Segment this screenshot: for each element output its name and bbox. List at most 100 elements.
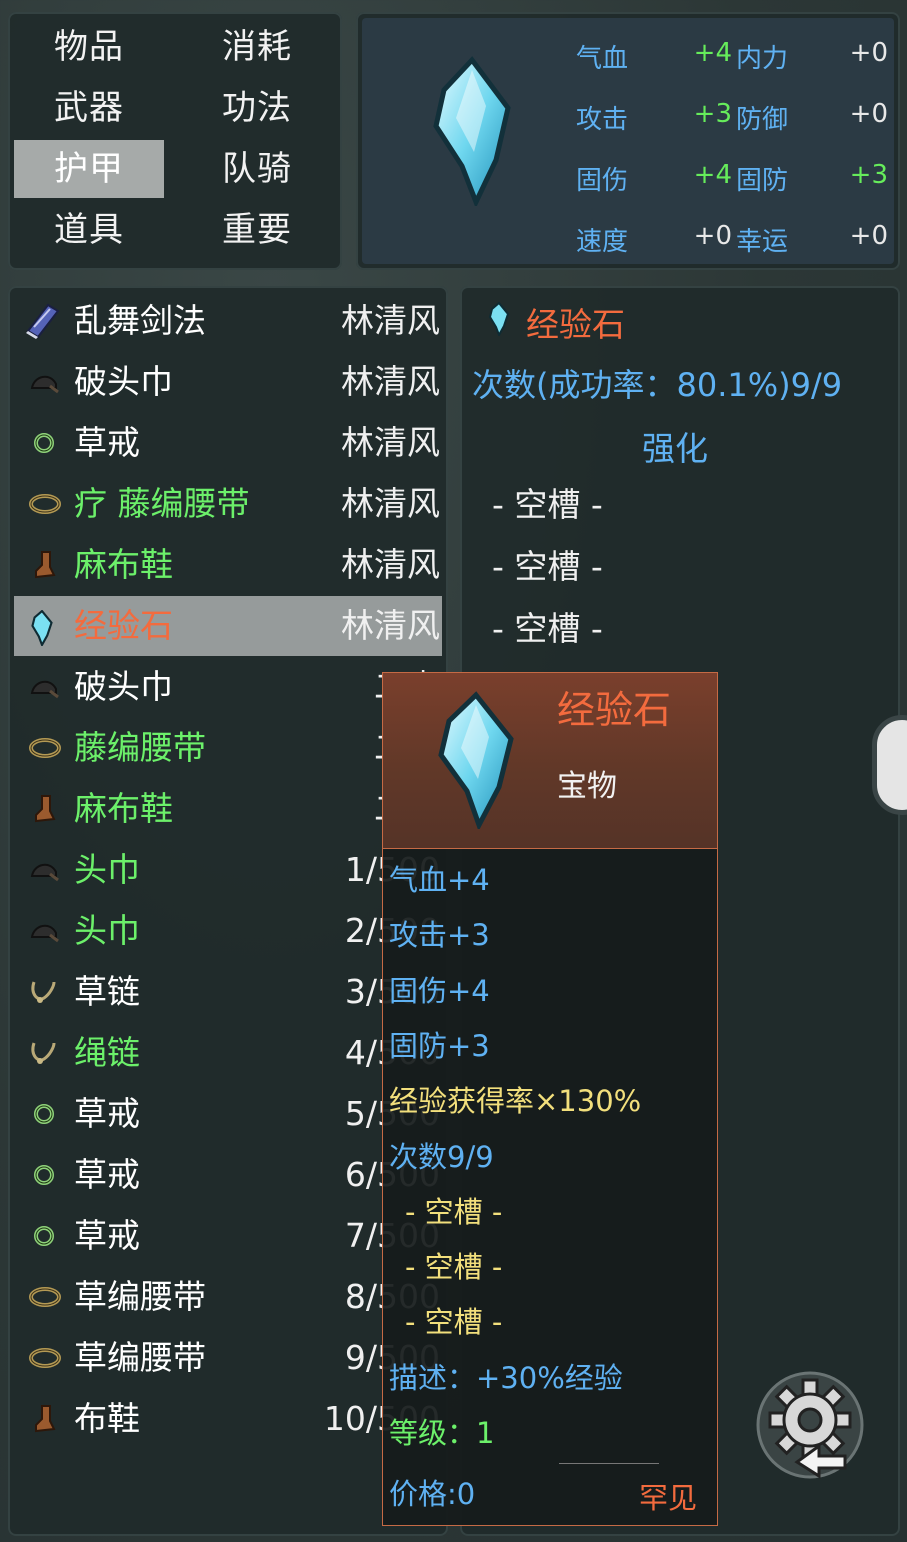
item-name: 破头巾: [74, 362, 173, 401]
tooltip-attr-line: 攻击+3: [389, 918, 490, 953]
stat-value: +4: [693, 38, 732, 68]
item-row[interactable]: 头巾2/500: [14, 901, 442, 961]
tooltip-attr-line: - 空槽 -: [405, 1194, 503, 1229]
item-owner: 林清风: [341, 301, 440, 340]
item-row[interactable]: 破头巾二虎: [14, 657, 442, 717]
belt-icon: [28, 732, 61, 764]
item-owner: 林清风: [341, 362, 440, 401]
category-tab[interactable]: 护甲: [14, 140, 164, 198]
item-row[interactable]: 草编腰带9/500: [14, 1328, 442, 1388]
item-row[interactable]: 疗 藤编腰带 林清风: [14, 474, 442, 534]
item-name: 藤编腰带: [74, 728, 206, 767]
crystal-icon: [28, 609, 60, 648]
tooltip-attr-line: 描述：+30%经验: [389, 1360, 623, 1395]
item-name: 草链: [74, 972, 140, 1011]
item-row[interactable]: 布鞋10/500: [14, 1389, 442, 1449]
enhance-label[interactable]: 强化: [642, 422, 708, 470]
side-drawer-handle[interactable]: [872, 715, 907, 815]
category-tab[interactable]: 功法: [182, 79, 332, 137]
item-name: 疗 藤编腰带: [74, 484, 250, 523]
crystal-icon: [438, 691, 514, 829]
ring-icon: [28, 1098, 60, 1130]
category-tab[interactable]: 武器: [14, 79, 164, 137]
category-tab[interactable]: 道具: [14, 201, 164, 259]
stat-label: 速度: [576, 227, 629, 257]
tooltip-attr-line: 经验获得率×130%: [389, 1084, 642, 1119]
tooltip-attr-line: 气血+4: [389, 863, 490, 897]
item-owner: 林清风: [341, 423, 440, 462]
item-owner: 林清风: [341, 484, 440, 523]
settings-gear-icon[interactable]: [755, 1370, 865, 1480]
ring-icon: [28, 427, 60, 459]
ring-icon: [28, 1159, 60, 1191]
item-row[interactable]: 麻布鞋 林清风: [14, 535, 442, 595]
item-stats-panel: 气血 +4 内力 +0 攻击 +3 防御 +0 固伤 +4 固防 +3 速度 +0 幸运 +0: [356, 12, 900, 270]
item-row[interactable]: 藤编腰带二虎: [14, 718, 442, 778]
item-row[interactable]: 草链3/500: [14, 962, 442, 1022]
book-icon: [22, 301, 60, 339]
item-row[interactable]: 草戒6/500: [14, 1145, 442, 1205]
item-name: 布鞋: [74, 1399, 140, 1438]
tooltip-price: 价格:0: [389, 1477, 476, 1511]
stat-label: 防御: [736, 105, 789, 135]
item-name: 草戒: [74, 1155, 140, 1194]
item-row[interactable]: 绳链4/500: [14, 1023, 442, 1083]
item-row[interactable]: 草戒7/500: [14, 1206, 442, 1266]
tooltip-attr-line: - 空槽 -: [405, 1305, 503, 1340]
belt-icon: [28, 1342, 61, 1374]
item-name: 草戒: [74, 1094, 140, 1133]
detail-slot: - 空槽 -: [492, 547, 603, 586]
item-row[interactable]: 头巾1/500: [14, 840, 442, 900]
item-name: 麻布鞋: [74, 789, 173, 828]
item-row[interactable]: 草戒 林清风: [14, 413, 442, 473]
item-row[interactable]: 经验石 林清风: [14, 596, 442, 656]
headscarf-icon: [28, 671, 60, 703]
category-tab[interactable]: 物品: [14, 18, 164, 76]
tooltip-rarity: 罕见: [639, 1481, 698, 1515]
item-name: 乱舞剑法: [74, 301, 206, 340]
shoe-icon: [28, 1403, 60, 1435]
crystal-icon: [488, 302, 510, 336]
headscarf-icon: [28, 915, 60, 947]
item-name: 草编腰带: [74, 1338, 206, 1377]
category-tab[interactable]: 重要: [182, 201, 332, 259]
stat-value: +4: [693, 160, 732, 190]
item-row[interactable]: 草戒5/500: [14, 1084, 442, 1144]
category-tab[interactable]: 消耗: [182, 18, 332, 76]
detail-slot: - 空槽 -: [492, 485, 603, 524]
tooltip-attr-line: 次数9/9: [389, 1139, 494, 1174]
shoe-icon: [28, 549, 60, 581]
belt-icon: [28, 488, 61, 520]
item-name: 头巾: [74, 911, 140, 950]
item-owner: 林清风: [341, 545, 440, 584]
detail-count-line: 次数(成功率：80.1%)9/9: [472, 366, 843, 404]
crystal-icon: [433, 56, 511, 206]
tooltip-item-name: 经验石: [557, 688, 672, 732]
tooltip-attr-line: - 空槽 -: [405, 1250, 503, 1285]
stat-value: +0: [849, 38, 888, 68]
item-tooltip: 经验石 宝物 价格:0 罕见 气血+4 攻击+3 固伤+4 固防+3 经验获得率×130…: [382, 672, 718, 1526]
detail-item-name: 经验石: [526, 305, 625, 344]
item-row[interactable]: 乱舞剑法 林清风: [14, 291, 442, 351]
headscarf-icon: [28, 854, 60, 886]
item-row[interactable]: 草编腰带8/500: [14, 1267, 442, 1327]
item-name: 经验石: [74, 606, 173, 645]
category-tab[interactable]: 队骑: [182, 140, 332, 198]
item-owner: 林清风: [341, 606, 440, 645]
belt-icon: [28, 1281, 61, 1313]
item-name: 草戒: [74, 1216, 140, 1255]
stat-value: +0: [849, 221, 888, 251]
stat-label: 幸运: [736, 227, 789, 257]
price-divider: [559, 1463, 659, 1464]
category-panel: 物品 消耗 武器 功法 护甲 队骑 道具 重要: [8, 12, 342, 270]
necklace-icon: [28, 976, 60, 1008]
item-row[interactable]: 破头巾 林清风: [14, 352, 442, 412]
item-name: 破头巾: [74, 667, 173, 706]
stat-label: 气血: [576, 44, 629, 74]
shoe-icon: [28, 793, 60, 825]
item-row[interactable]: 麻布鞋二虎: [14, 779, 442, 839]
item-name: 绳链: [74, 1033, 140, 1072]
item-name: 麻布鞋: [74, 545, 173, 584]
tooltip-attr-line: 等级：1: [389, 1416, 495, 1450]
stat-label: 攻击: [576, 105, 629, 135]
